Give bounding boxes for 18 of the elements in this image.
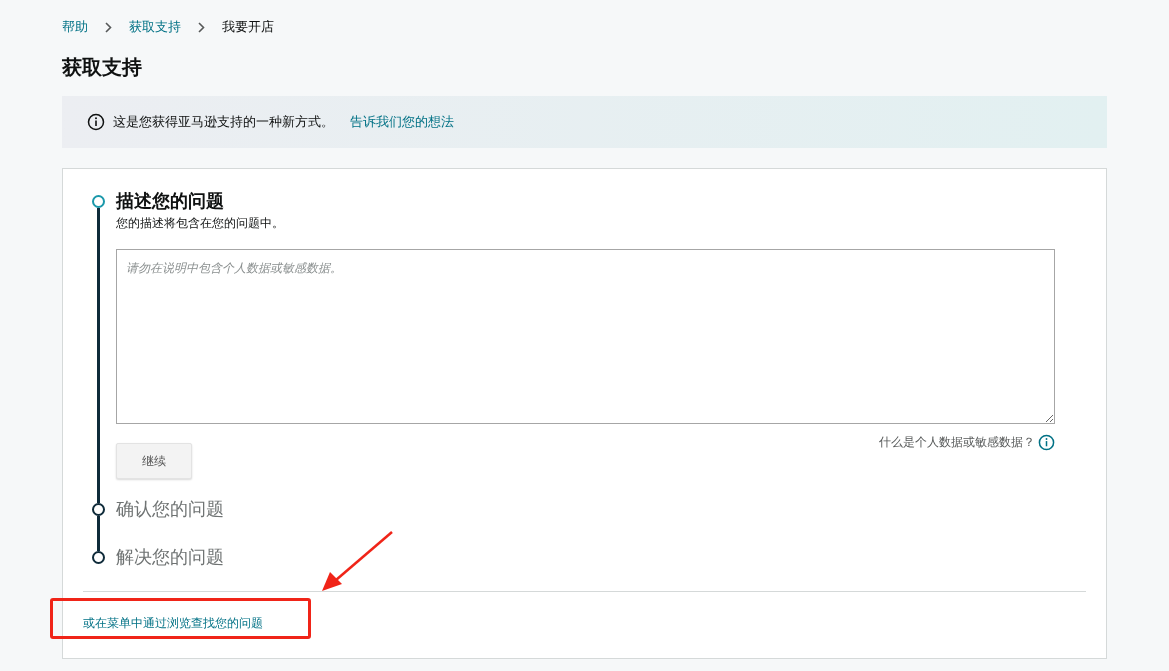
chevron-icon (198, 21, 205, 33)
banner-text: 这是您获得亚马逊支持的一种新方式。 (113, 113, 334, 132)
privacy-hint: 什么是个人数据或敏感数据？ (879, 434, 1035, 451)
chevron-icon (105, 21, 112, 33)
step-title: 描述您的问题 (116, 190, 224, 213)
info-icon[interactable] (1038, 433, 1055, 451)
continue-button[interactable]: 继续 (116, 443, 192, 479)
description-field[interactable]: 请勿在说明中包含个人数据或敏感数据。 (116, 249, 1055, 424)
breadcrumb-link[interactable]: 帮助 (62, 17, 88, 37)
step-title: 解决您的问题 (116, 546, 224, 569)
feedback-link[interactable]: 告诉我们您的想法 (350, 112, 454, 132)
breadcrumb-current: 我要开店 (222, 18, 274, 37)
info-icon (87, 113, 105, 131)
breadcrumb-link[interactable]: 获取支持 (129, 17, 181, 37)
page-title: 获取支持 (62, 55, 142, 80)
browse-link[interactable]: 或在菜单中通过浏览查找您的问题 (83, 616, 263, 630)
step-title: 确认您的问题 (116, 498, 224, 521)
step-description: 您的描述将包含在您的问题中。 (116, 215, 284, 232)
